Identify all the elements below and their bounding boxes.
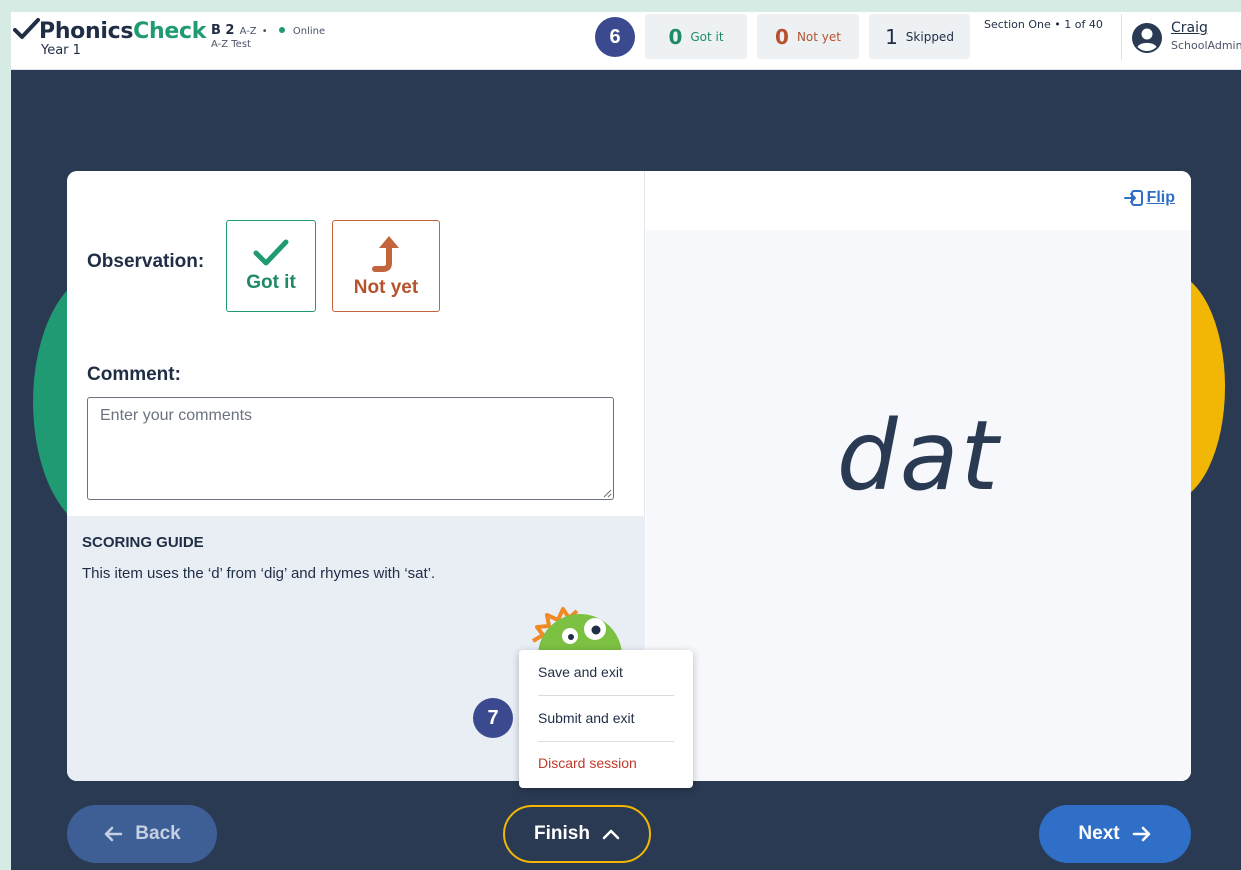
checkmark-icon bbox=[253, 239, 289, 266]
flip-button[interactable]: Flip bbox=[1123, 189, 1175, 207]
observation-label: Observation: bbox=[87, 251, 205, 272]
online-status: Online bbox=[292, 26, 326, 37]
user-avatar-icon bbox=[1132, 23, 1162, 53]
flip-icon bbox=[1123, 190, 1143, 206]
checkmark-icon bbox=[13, 18, 40, 39]
got-it-button[interactable]: Got it bbox=[226, 220, 316, 312]
menu-divider bbox=[538, 695, 674, 696]
not-yet-count-value: 0 bbox=[775, 24, 789, 49]
user-name-link[interactable]: Craig bbox=[1171, 20, 1208, 36]
got-it-count: 0 Got it bbox=[645, 14, 747, 59]
skipped-count: 1 Skipped bbox=[869, 14, 970, 59]
scoring-guide-title: SCORING GUIDE bbox=[82, 534, 204, 551]
comment-label: Comment: bbox=[87, 364, 181, 385]
resize-grip-icon[interactable] bbox=[603, 489, 612, 498]
pseudo-word: dat bbox=[836, 400, 1001, 512]
word-display: dat bbox=[646, 230, 1191, 781]
not-yet-count: 0 Not yet bbox=[757, 14, 859, 59]
arrow-right-icon bbox=[1132, 826, 1150, 842]
test-name: A-Z Test bbox=[211, 39, 251, 50]
scoring-guide-text: This item uses the ‘d’ from ‘dig’ and rh… bbox=[82, 565, 436, 582]
flip-bar: Flip bbox=[646, 171, 1191, 230]
test-meta: B 2 A-Z • Online A-Z Test bbox=[211, 19, 326, 50]
finish-menu: Save and exit Submit and exit Discard se… bbox=[519, 650, 693, 788]
got-it-button-label: Got it bbox=[246, 272, 296, 293]
got-it-count-label: Got it bbox=[690, 29, 724, 44]
level-label: B 2 bbox=[211, 23, 235, 38]
save-and-exit-item[interactable]: Save and exit bbox=[538, 664, 623, 680]
back-button[interactable]: Back bbox=[67, 805, 217, 863]
step-badge-6: 6 bbox=[595, 17, 635, 57]
menu-divider bbox=[538, 741, 674, 742]
skipped-count-value: 1 bbox=[885, 24, 898, 49]
submit-and-exit-item[interactable]: Submit and exit bbox=[538, 710, 635, 726]
level-tag: A-Z bbox=[239, 26, 257, 37]
discard-session-item[interactable]: Discard session bbox=[538, 755, 637, 771]
finish-button-label: Finish bbox=[534, 823, 590, 844]
next-button[interactable]: Next bbox=[1039, 805, 1191, 863]
comment-textarea[interactable] bbox=[87, 397, 614, 500]
logo-text: PhonicsCheck bbox=[39, 19, 206, 44]
not-yet-count-label: Not yet bbox=[796, 29, 841, 44]
header-divider bbox=[1121, 14, 1122, 60]
bullet-separator: • bbox=[261, 26, 268, 37]
online-status-dot bbox=[278, 27, 285, 33]
top-bar: PhonicsCheck Year 1 B 2 A-Z • Online A-Z… bbox=[11, 12, 1241, 70]
back-button-label: Back bbox=[135, 823, 181, 844]
finish-button[interactable]: Finish bbox=[503, 805, 651, 863]
logo-word-phonics: Phonics bbox=[39, 19, 134, 44]
arrow-left-icon bbox=[105, 826, 123, 842]
logo-year: Year 1 bbox=[41, 43, 81, 58]
user-role: SchoolAdmin bbox=[1171, 39, 1241, 52]
got-it-count-value: 0 bbox=[668, 24, 683, 49]
section-progress: Section One • 1 of 40 bbox=[984, 18, 1103, 31]
not-yet-button[interactable]: Not yet bbox=[332, 220, 440, 312]
arrow-up-curved-icon bbox=[372, 236, 399, 272]
step-badge-7: 7 bbox=[473, 698, 513, 738]
word-panel: Flip dat bbox=[646, 171, 1191, 781]
skipped-count-label: Skipped bbox=[905, 29, 954, 44]
flip-label: Flip bbox=[1146, 189, 1175, 206]
app-frame: PhonicsCheck Year 1 B 2 A-Z • Online A-Z… bbox=[11, 12, 1241, 870]
chevron-up-icon bbox=[602, 829, 620, 840]
not-yet-button-label: Not yet bbox=[353, 277, 419, 298]
logo-word-check: Check bbox=[133, 19, 207, 44]
next-button-label: Next bbox=[1078, 823, 1120, 844]
